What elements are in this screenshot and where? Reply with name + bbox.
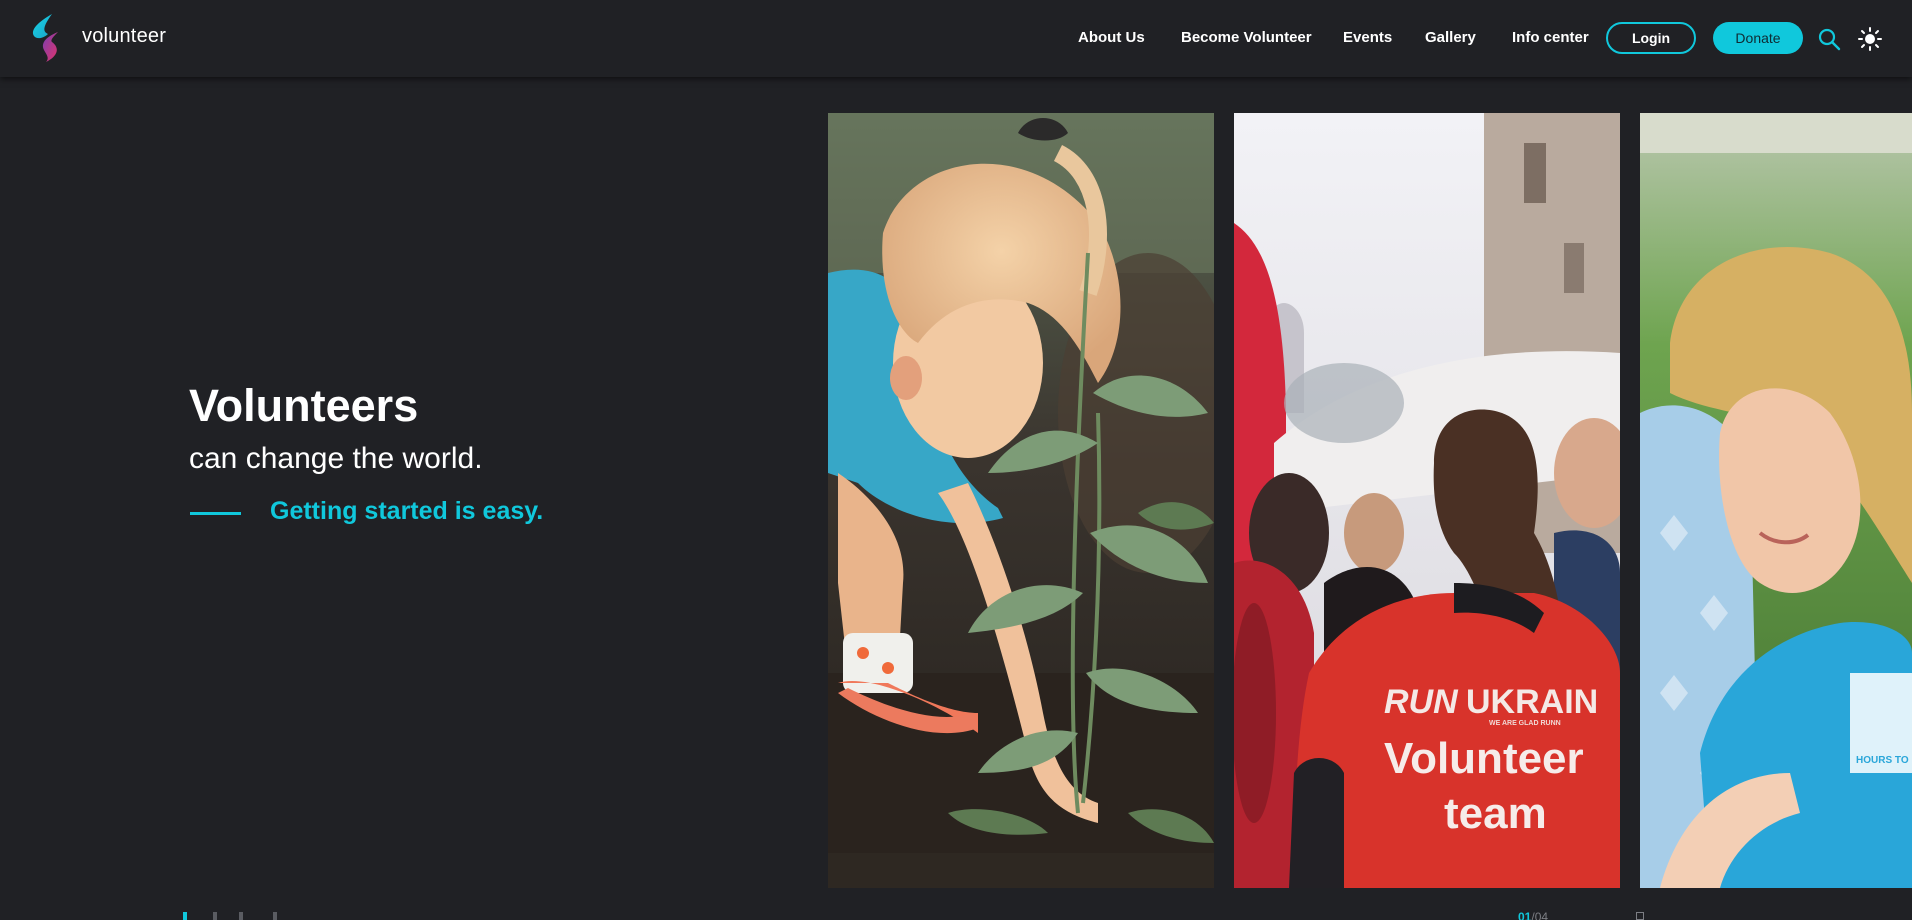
progress-bar-4[interactable] [273, 912, 277, 920]
search-icon[interactable] [1816, 26, 1842, 52]
site-header: volunteer About Us Become Volunteer Even… [0, 0, 1912, 77]
next-slide-button[interactable] [1636, 912, 1644, 920]
slide-counter: 01/04 [1518, 910, 1548, 920]
slide-counter-current: 01 [1518, 910, 1532, 920]
shirt-text-team: team [1444, 789, 1547, 838]
nav-events[interactable]: Events [1343, 29, 1392, 46]
login-button[interactable]: Login [1606, 22, 1696, 54]
brand-name[interactable]: volunteer [82, 25, 166, 48]
shirt-text-volunteer: Volunteer [1384, 734, 1584, 783]
getting-started-link[interactable]: Getting started is easy. [270, 497, 543, 526]
nav-become-volunteer[interactable]: Become Volunteer [1181, 29, 1312, 46]
hero-accent-line [190, 512, 241, 515]
photo-smiling-volunteer[interactable]: HOURS TO [1640, 113, 1912, 888]
slide-counter-total: /04 [1531, 910, 1549, 920]
slide-progress-bars [183, 912, 283, 920]
photo-child-planting[interactable] [828, 113, 1214, 888]
progress-bar-1[interactable] [183, 912, 187, 920]
page: volunteer About Us Become Volunteer Even… [0, 0, 1912, 920]
donate-button[interactable]: Donate [1713, 22, 1803, 54]
progress-bar-2[interactable] [213, 912, 217, 920]
shirt-text-ukraine: UKRAIN [1466, 683, 1598, 721]
nav-info-center[interactable]: Info center [1512, 29, 1589, 46]
shirt-text-hours: HOURS TO [1856, 755, 1909, 766]
shirt-text-small: WE ARE GLAD RUNN [1489, 720, 1561, 727]
nav-gallery[interactable]: Gallery [1425, 29, 1476, 46]
nav-about-us[interactable]: About Us [1078, 29, 1145, 46]
sun-icon[interactable] [1857, 26, 1883, 52]
logo-icon[interactable] [28, 12, 64, 64]
progress-bar-3[interactable] [239, 912, 243, 920]
shirt-text-run: RUN [1384, 683, 1459, 721]
photo-volunteer-team[interactable]: RUN UKRAIN WE ARE GLAD RUNN Volunteer te… [1234, 113, 1620, 888]
hero-subtitle: can change the world. [189, 442, 483, 475]
hero-title: Volunteers [189, 380, 419, 431]
